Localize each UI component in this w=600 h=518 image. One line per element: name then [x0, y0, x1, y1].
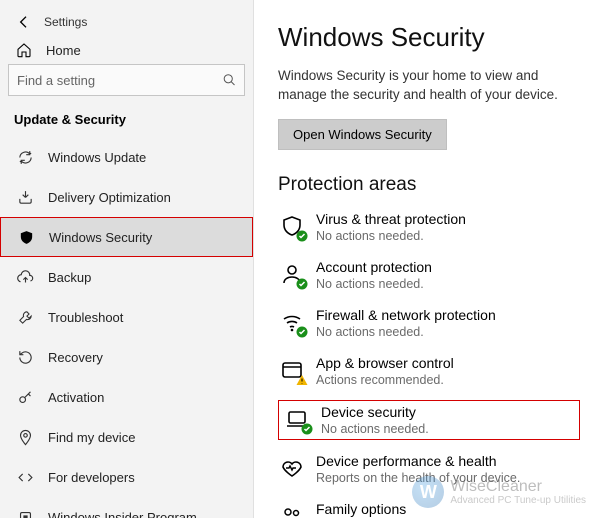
- page-title: Windows Security: [278, 22, 580, 53]
- sidebar-item-windows-insider[interactable]: Windows Insider Program: [0, 497, 253, 518]
- area-title: Device performance & health: [316, 453, 520, 469]
- search-wrap: [8, 64, 245, 96]
- area-subtitle: No actions needed.: [316, 277, 432, 291]
- sidebar-item-delivery-optimization[interactable]: Delivery Optimization: [0, 177, 253, 217]
- sidebar-item-label: For developers: [48, 470, 135, 485]
- area-device-performance[interactable]: Device performance & health Reports on t…: [278, 450, 580, 488]
- area-subtitle: No actions needed.: [316, 229, 466, 243]
- shield-icon: [15, 229, 37, 246]
- sidebar-item-label: Windows Update: [48, 150, 146, 165]
- area-title: Family options: [316, 501, 558, 517]
- sidebar-item-label: Windows Insider Program: [48, 510, 197, 518]
- back-button[interactable]: [10, 8, 38, 36]
- check-badge-icon: [301, 423, 313, 435]
- area-title: Firewall & network protection: [316, 307, 496, 323]
- window-icon: [278, 356, 306, 384]
- sidebar-item-label: Activation: [48, 390, 104, 405]
- sidebar-item-troubleshoot[interactable]: Troubleshoot: [0, 297, 253, 337]
- page-description: Windows Security is your home to view an…: [278, 67, 580, 105]
- recovery-icon: [14, 349, 36, 366]
- warn-badge-icon: [296, 374, 308, 386]
- area-family-options[interactable]: Family options Manage how your family us…: [278, 498, 580, 518]
- sync-icon: [14, 149, 36, 166]
- delivery-icon: [14, 189, 36, 206]
- section-title: Protection areas: [278, 174, 580, 196]
- sidebar-item-backup[interactable]: Backup: [0, 257, 253, 297]
- location-icon: [14, 429, 36, 446]
- check-badge-icon: [296, 278, 308, 290]
- sidebar-item-label: Find my device: [48, 430, 135, 445]
- area-device-security[interactable]: Device security No actions needed.: [278, 400, 580, 440]
- sidebar-item-activation[interactable]: Activation: [0, 377, 253, 417]
- heart-icon: [278, 454, 306, 482]
- insider-icon: [14, 509, 36, 518]
- laptop-icon: [283, 405, 311, 433]
- area-title: Virus & threat protection: [316, 211, 466, 227]
- area-title: Account protection: [316, 259, 432, 275]
- sidebar-item-find-my-device[interactable]: Find my device: [0, 417, 253, 457]
- backup-icon: [14, 269, 36, 286]
- check-badge-icon: [296, 326, 308, 338]
- network-icon: [278, 308, 306, 336]
- wrench-icon: [14, 309, 36, 326]
- sidebar-item-windows-security[interactable]: Windows Security: [0, 217, 253, 257]
- person-icon: [278, 260, 306, 288]
- area-firewall-network[interactable]: Firewall & network protection No actions…: [278, 304, 580, 342]
- open-windows-security-button[interactable]: Open Windows Security: [278, 119, 447, 150]
- sidebar-item-label: Recovery: [48, 350, 103, 365]
- dev-icon: [14, 469, 36, 486]
- area-account-protection[interactable]: Account protection No actions needed.: [278, 256, 580, 294]
- area-subtitle: Actions recommended.: [316, 373, 454, 387]
- area-virus-threat[interactable]: Virus & threat protection No actions nee…: [278, 208, 580, 246]
- sidebar-home-label: Home: [46, 43, 81, 58]
- window-title: Settings: [44, 15, 87, 29]
- sidebar-item-recovery[interactable]: Recovery: [0, 337, 253, 377]
- area-subtitle: Reports on the health of your device.: [316, 471, 520, 485]
- protection-areas-list: Virus & threat protection No actions nee…: [278, 208, 580, 518]
- main-content: Windows Security Windows Security is you…: [254, 0, 600, 518]
- search-icon: [222, 73, 237, 88]
- sidebar-item-label: Backup: [48, 270, 91, 285]
- sidebar-item-label: Windows Security: [49, 230, 152, 245]
- area-subtitle: No actions needed.: [321, 422, 429, 436]
- key-icon: [14, 389, 36, 406]
- check-badge-icon: [296, 230, 308, 242]
- sidebar-item-windows-update[interactable]: Windows Update: [0, 137, 253, 177]
- sidebar-item-for-developers[interactable]: For developers: [0, 457, 253, 497]
- category-header: Update & Security: [0, 106, 253, 137]
- sidebar-item-label: Troubleshoot: [48, 310, 123, 325]
- area-app-browser[interactable]: App & browser control Actions recommende…: [278, 352, 580, 390]
- sidebar: Settings Home Update & Security Windows …: [0, 0, 254, 518]
- sidebar-home[interactable]: Home: [0, 42, 253, 58]
- area-title: Device security: [321, 404, 429, 420]
- family-icon: [278, 502, 306, 518]
- shield-icon: [278, 212, 306, 240]
- area-subtitle: No actions needed.: [316, 325, 496, 339]
- area-title: App & browser control: [316, 355, 454, 371]
- home-icon: [14, 42, 34, 58]
- sidebar-item-label: Delivery Optimization: [48, 190, 171, 205]
- back-arrow-icon: [16, 14, 32, 30]
- search-input[interactable]: [8, 64, 245, 96]
